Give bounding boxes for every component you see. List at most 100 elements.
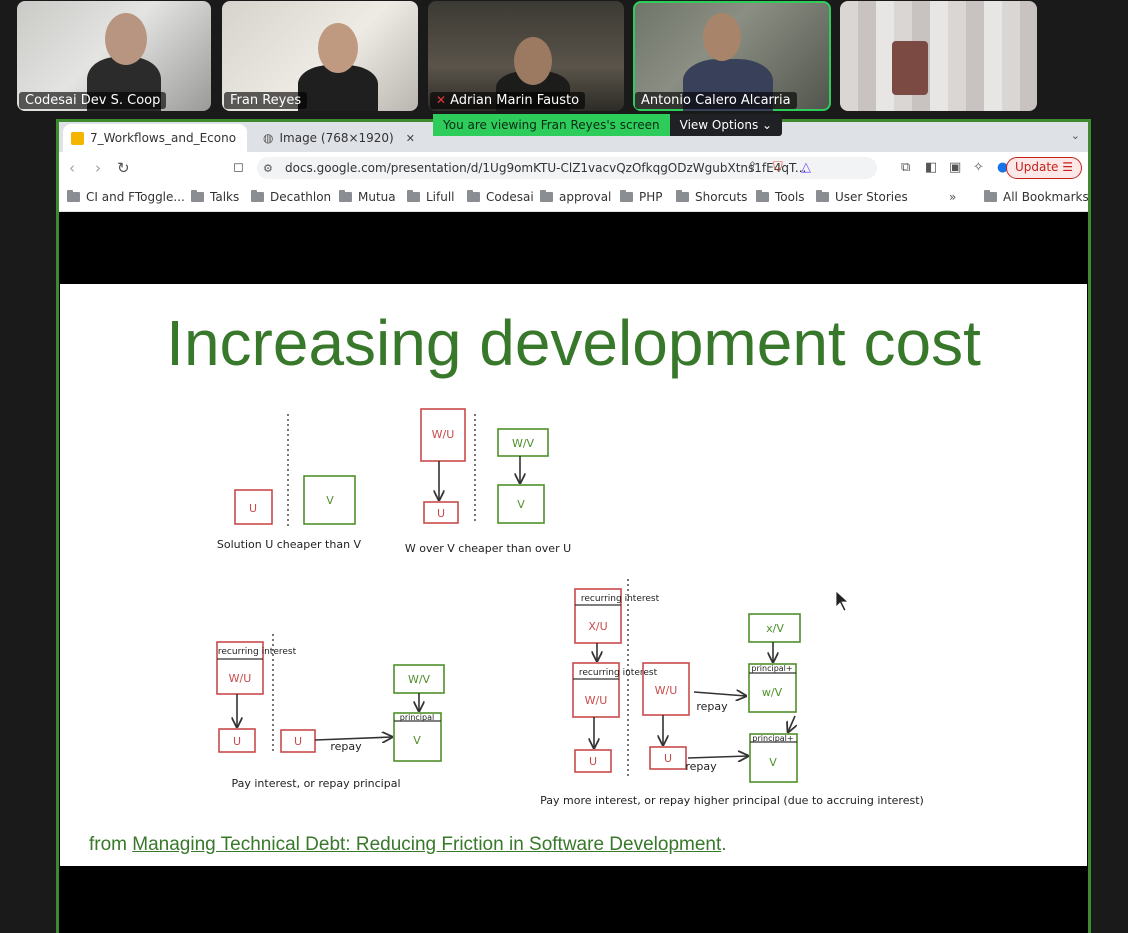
box-u-label: U xyxy=(249,502,257,515)
participant-strip: Codesai Dev S. Coop Fran Reyes ✕ Adrian M… xyxy=(0,0,1128,112)
participant-name: Fran Reyes xyxy=(224,92,308,109)
reload-icon[interactable]: ↻ xyxy=(117,159,130,177)
folder-icon xyxy=(676,190,689,202)
close-icon[interactable]: ✕ xyxy=(406,132,415,145)
bookmark-folder[interactable]: Decathlon xyxy=(251,190,331,204)
box-v-label: V xyxy=(517,498,525,511)
box-u-label: U xyxy=(664,752,672,765)
technical-debt-diagram: U V Solution U cheaper than V W/U U W/V … xyxy=(216,408,924,807)
participant-name: ✕ Adrian Marin Fausto xyxy=(430,92,586,109)
url-input[interactable]: docs.google.com/presentation/d/1Ug9omKTU… xyxy=(257,157,877,179)
box-x-u-label: X/U xyxy=(588,620,607,633)
update-button[interactable]: Update ☰ xyxy=(1005,157,1082,179)
box-w-v-label: W/V xyxy=(512,437,535,450)
view-options-button[interactable]: View Options ⌄ xyxy=(669,114,783,136)
bookmark-folder[interactable]: PHP xyxy=(620,190,663,204)
bookmark-folder[interactable]: Shorcuts xyxy=(676,190,747,204)
all-bookmarks-button[interactable]: All Bookmarks xyxy=(984,190,1088,204)
extensions-icon[interactable]: ⧉ xyxy=(901,160,910,175)
folder-icon xyxy=(191,190,204,202)
folder-icon xyxy=(251,190,264,202)
bookmark-folder[interactable]: Talks xyxy=(191,190,239,204)
diagram-caption: Pay interest, or repay principal xyxy=(231,777,400,790)
leo-icon[interactable]: ✧ xyxy=(973,160,984,175)
slides-icon xyxy=(71,131,84,145)
participant-tile-2[interactable]: Fran Reyes xyxy=(222,1,418,111)
screen-share-status: You are viewing Fran Reyes's screen xyxy=(433,114,670,136)
bookmark-folder[interactable]: User Stories xyxy=(816,190,908,204)
box-u-label: U xyxy=(437,507,445,520)
folder-icon xyxy=(816,190,829,202)
diagram-caption: Solution U cheaper than V xyxy=(217,538,362,551)
bookmarks-bar: CI and FToggle... Talks Decathlon Mutua … xyxy=(59,184,1088,212)
arrow xyxy=(788,715,795,732)
box-w-v-label: W/V xyxy=(408,673,431,686)
site-settings-icon[interactable]: ⚙ xyxy=(263,162,273,175)
bookmark-icon[interactable]: ◻ xyxy=(233,160,244,175)
participant-blurred-video xyxy=(892,41,928,95)
participant-name: Antonio Calero Alcarria xyxy=(635,92,797,109)
slide-footnote: from Managing Technical Debt: Reducing F… xyxy=(89,834,727,855)
bookmark-folder[interactable]: approval xyxy=(540,190,611,204)
arrow xyxy=(687,756,748,758)
bookmark-folder[interactable]: Tools xyxy=(756,190,805,204)
diagram-caption: W over V cheaper than over U xyxy=(405,542,571,555)
chevron-down-icon[interactable]: ⌄ xyxy=(1071,129,1080,142)
principal-plus-label: principal+ xyxy=(751,664,792,673)
participant-tile-3[interactable]: ✕ Adrian Marin Fausto xyxy=(428,1,624,111)
box-u-label: U xyxy=(294,735,302,748)
participant-tile-5[interactable] xyxy=(840,1,1037,111)
wallet-icon[interactable]: ▣ xyxy=(949,160,961,175)
principal-label: principal xyxy=(400,713,434,722)
bookmark-folder[interactable]: CI and FToggle... xyxy=(67,190,185,204)
folder-icon xyxy=(467,190,480,202)
participant-face xyxy=(703,13,741,61)
brave-shield-icon[interactable]: ⛉ xyxy=(773,160,783,175)
screen-share-banner: You are viewing Fran Reyes's screen View… xyxy=(433,114,783,136)
sidebar-icon[interactable]: ◧ xyxy=(925,160,937,175)
principal-plus-label: principal+ xyxy=(752,734,793,743)
presentation-slide: Increasing development cost U V Solution… xyxy=(60,284,1087,866)
folder-icon xyxy=(67,190,80,202)
browser-tab[interactable]: 7_Workflows_and_Econo ✕ xyxy=(63,124,247,152)
mic-off-icon: ✕ xyxy=(436,93,447,107)
bookmark-folder[interactable]: Codesai xyxy=(467,190,534,204)
box-v-label: V xyxy=(413,734,421,747)
box-x-v-label: x/V xyxy=(766,622,784,635)
bookmark-folder[interactable]: Lifull xyxy=(407,190,455,204)
bookmark-folder[interactable]: Mutua xyxy=(339,190,396,204)
globe-icon: ◍ xyxy=(263,131,274,145)
folder-icon xyxy=(756,190,769,202)
box-w-u-label: W/U xyxy=(655,684,678,697)
participant-face xyxy=(105,13,147,65)
recurring-interest-label: recurring interest xyxy=(218,647,297,657)
repay-label: repay xyxy=(685,760,717,773)
more-bookmarks-button[interactable]: » xyxy=(949,190,956,204)
box-w-u-label: W/U xyxy=(229,672,252,685)
tab-label: Image (768×1920) xyxy=(279,131,394,145)
box-v-label: V xyxy=(326,494,334,507)
rewards-icon[interactable]: △ xyxy=(801,160,811,175)
folder-icon xyxy=(407,190,420,202)
recurring-interest-label: recurring interest xyxy=(581,594,660,604)
back-icon[interactable]: ‹ xyxy=(69,159,75,177)
forward-icon[interactable]: › xyxy=(95,159,101,177)
shared-screen: 7_Workflows_and_Econo ✕ ◍ Image (768×192… xyxy=(56,119,1091,933)
participant-face xyxy=(514,37,552,85)
diagram-caption: Pay more interest, or repay higher princ… xyxy=(540,794,924,807)
participant-name: Codesai Dev S. Coop xyxy=(19,92,167,109)
recurring-interest-label: recurring interest xyxy=(579,668,658,678)
folder-icon xyxy=(540,190,553,202)
box-w-u-label: W/U xyxy=(432,428,455,441)
arrow xyxy=(693,692,746,696)
box-w-u-label: W/U xyxy=(585,694,608,707)
tab-label: 7_Workflows_and_Econo xyxy=(90,131,237,145)
box-w-v-label: w/V xyxy=(762,686,783,699)
box-u-label: U xyxy=(233,735,241,748)
source-link[interactable]: Managing Technical Debt: Reducing Fricti… xyxy=(132,834,721,855)
browser-tab[interactable]: ◍ Image (768×1920) ✕ xyxy=(255,124,455,152)
participant-face xyxy=(318,23,358,73)
participant-tile-1[interactable]: Codesai Dev S. Coop xyxy=(17,1,211,111)
participant-tile-4[interactable]: Antonio Calero Alcarria xyxy=(633,1,831,111)
share-icon[interactable]: ⇪ xyxy=(747,160,758,175)
